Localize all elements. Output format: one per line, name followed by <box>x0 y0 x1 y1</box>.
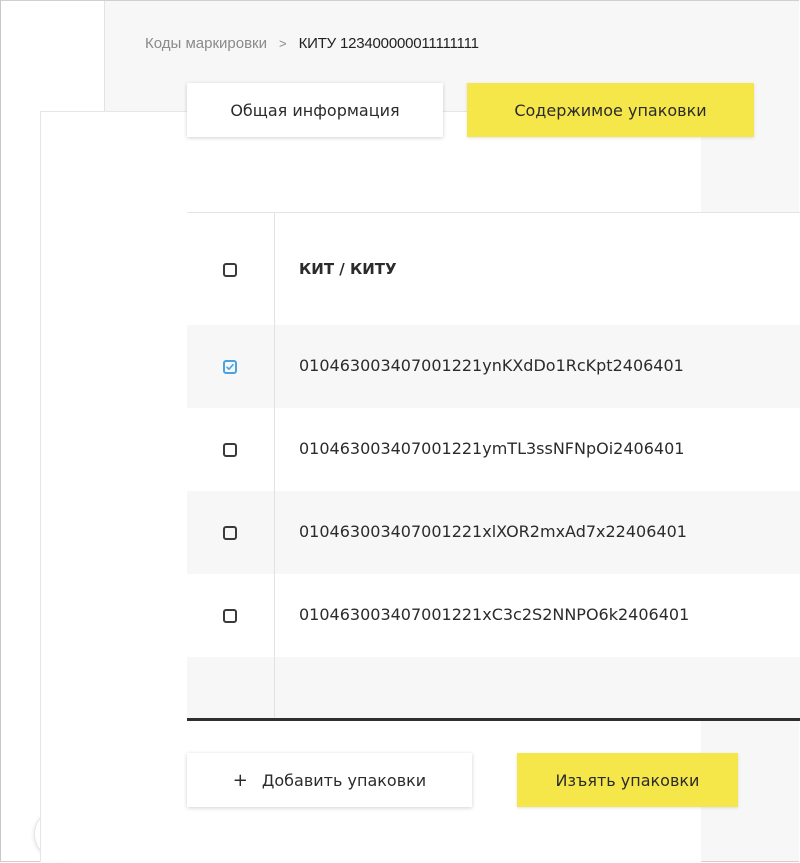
row-checkbox[interactable] <box>223 609 237 623</box>
row-checkbox[interactable] <box>223 526 237 540</box>
plus-icon: + <box>232 769 248 791</box>
table-row[interactable]: 010463003407001221ynKXdDo1RcKpt2406401 <box>187 325 800 408</box>
select-all-checkbox[interactable] <box>223 263 237 277</box>
row-code: 010463003407001221xC3c2S2NNPO6k2406401 <box>299 605 690 624</box>
breadcrumb-separator: > <box>279 36 287 51</box>
tab-general-info[interactable]: Общая информация <box>187 83 443 137</box>
row-checkbox-checked[interactable] <box>223 360 237 374</box>
table-header-row: КИТ / КИТУ <box>187 213 800 325</box>
table-row[interactable]: 010463003407001221xC3c2S2NNPO6k2406401 <box>187 574 800 657</box>
tab-package-contents[interactable]: Содержимое упаковки <box>467 83 754 137</box>
add-packages-button[interactable]: + Добавить упаковки <box>187 753 472 807</box>
breadcrumb-parent-link[interactable]: Коды маркировки <box>145 35 267 52</box>
breadcrumb-current: КИТУ 123400000011111111 <box>298 35 479 52</box>
row-code: 010463003407001221xlXOR2mxAd7x22406401 <box>299 522 687 541</box>
breadcrumb: Коды маркировки > КИТУ 12340000001111111… <box>145 35 479 52</box>
add-packages-label: Добавить упаковки <box>261 770 427 790</box>
column-divider <box>274 213 275 718</box>
column-header-code: КИТ / КИТУ <box>299 260 397 278</box>
withdraw-packages-button[interactable]: Изъять упаковки <box>517 753 738 807</box>
table-empty-row <box>187 657 800 715</box>
row-checkbox[interactable] <box>223 443 237 457</box>
checkmark-icon <box>226 363 234 370</box>
table-row[interactable]: 010463003407001221ymTL3ssNFNpOi2406401 <box>187 408 800 491</box>
table-row[interactable]: 010463003407001221xlXOR2mxAd7x22406401 <box>187 491 800 574</box>
codes-table: КИТ / КИТУ 010463003407001221ynKXdDo1RcK… <box>187 212 800 721</box>
row-code: 010463003407001221ymTL3ssNFNpOi2406401 <box>299 439 685 458</box>
row-code: 010463003407001221ynKXdDo1RcKpt2406401 <box>299 356 684 375</box>
